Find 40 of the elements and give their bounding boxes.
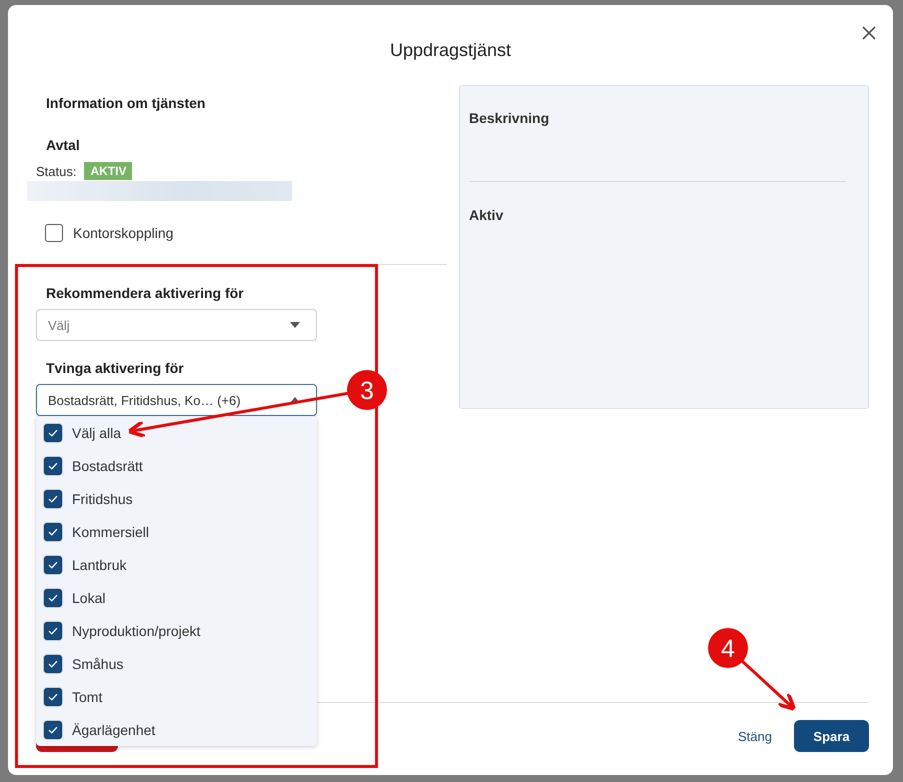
field-label: Tvinga aktivering för: [45, 360, 185, 376]
close-link[interactable]: Stäng: [738, 728, 772, 744]
checkbox[interactable]: [44, 622, 62, 640]
save-button[interactable]: Spara: [794, 720, 869, 752]
checkbox-label: Välj alla: [72, 424, 122, 440]
checkbox-label: Småhus: [72, 656, 124, 672]
checkbox[interactable]: [44, 522, 62, 540]
select-field[interactable]: Bostadsrätt, Fritidshus, Ko… (+6): [36, 384, 317, 416]
panel-heading: Beskrivning: [469, 110, 550, 126]
checkbox[interactable]: [45, 224, 63, 242]
field-label: Rekommendera aktivering för: [45, 285, 245, 301]
checkbox[interactable]: [44, 424, 62, 442]
status-label: Status:: [36, 164, 76, 178]
select-field[interactable]: Välj: [36, 309, 317, 341]
step-marker: 4: [708, 628, 748, 668]
checkbox[interactable]: [44, 654, 62, 672]
checkbox-label: Nyproduktion/projekt: [72, 622, 200, 638]
status-badge: AKTIV: [84, 162, 132, 180]
checkbox[interactable]: [44, 490, 62, 508]
checkbox-label: Bostadsrätt: [72, 458, 143, 474]
section-heading: Information om tjänsten: [45, 95, 206, 111]
checkbox[interactable]: [44, 588, 62, 606]
close-icon[interactable]: [861, 25, 877, 41]
checkbox[interactable]: [44, 688, 62, 706]
select-value: Bostadsrätt, Fritidshus, Ko… (+6): [48, 392, 241, 408]
select-placeholder: Välj: [48, 318, 70, 332]
checkbox-label: Kommersiell: [72, 524, 150, 540]
checkbox[interactable]: [44, 720, 62, 738]
checkbox-label: Ägarlägenhet: [72, 722, 156, 738]
checkbox[interactable]: [44, 556, 62, 574]
checkbox-label: Kontorskoppling: [73, 224, 174, 240]
checkbox-label: Fritidshus: [72, 490, 133, 506]
step-marker: 3: [347, 370, 387, 410]
dialog-title: Uppdragstjänst: [390, 40, 512, 62]
checkbox-label: Lantbruk: [72, 556, 126, 572]
checkbox-label: Tomt: [72, 688, 102, 704]
panel-heading: Aktiv: [469, 207, 504, 223]
checkbox-label: Lokal: [72, 590, 106, 606]
checkbox[interactable]: [44, 456, 62, 474]
section-heading: Avtal: [45, 137, 81, 153]
